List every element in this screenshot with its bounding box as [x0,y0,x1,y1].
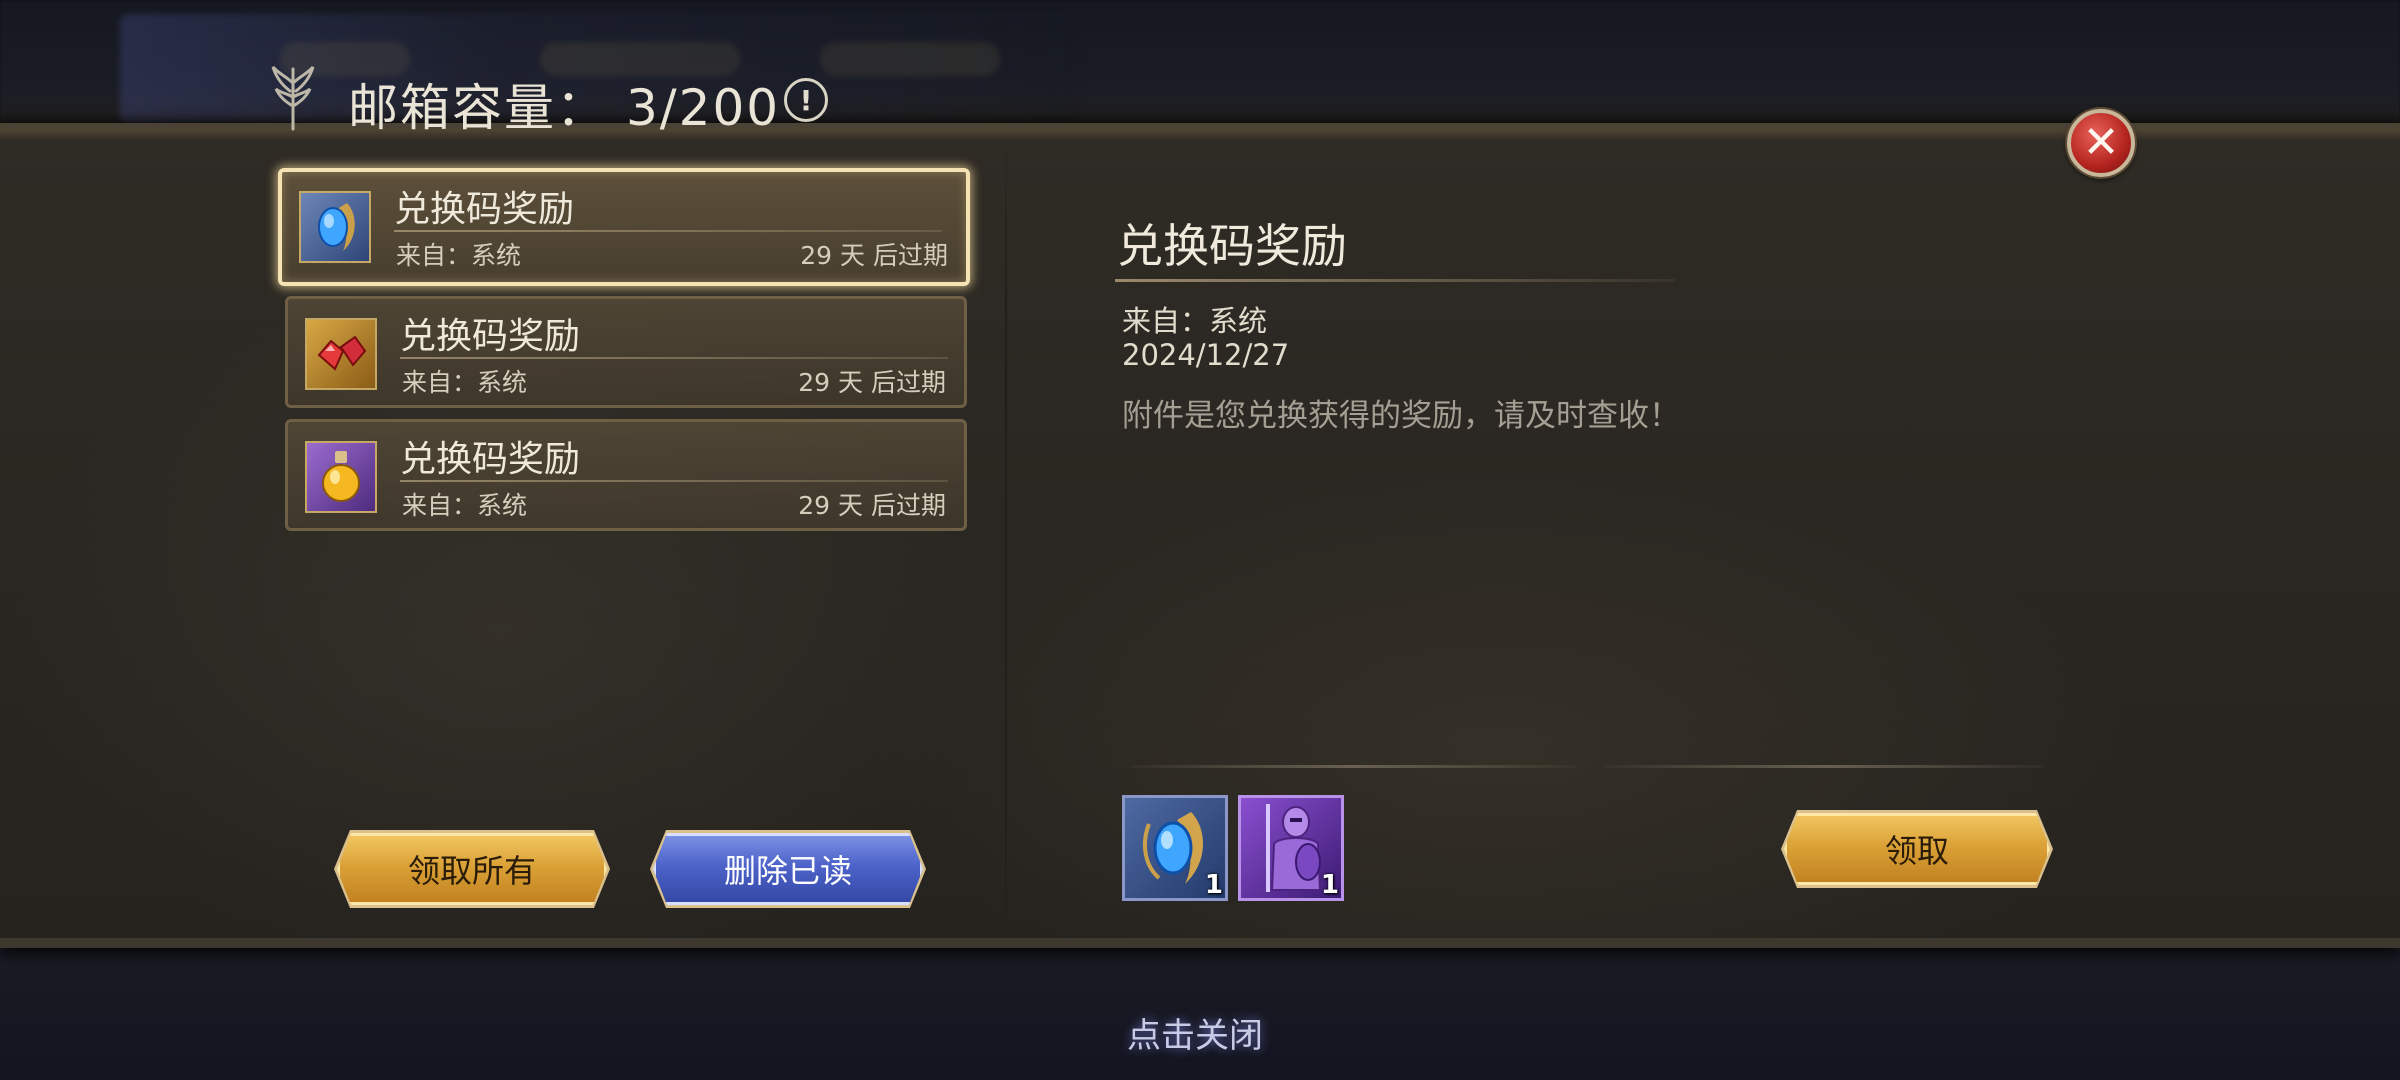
attachment-quantity: 1 [1204,870,1223,900]
info-icon[interactable]: ! [784,78,828,122]
detail-title: 兑换码奖励 [1117,219,1347,273]
delete-read-button[interactable]: 删除已读 [653,833,923,905]
attachment-quantity: 1 [1320,870,1339,900]
mail-title: 兑换码奖励 [394,189,575,230]
mail-list-item[interactable]: 兑换码奖励 来自：系统 29 天 后过期 [285,296,967,408]
mailbox-screen: 邮箱容量： 3/200 ! ✕ 兑换码奖励 来自：系统 29 天 后过期 兑换码奖… [0,0,2400,1080]
mail-divider [394,230,942,232]
red-gems-icon [305,318,377,390]
detail-message: 附件是您兑换获得的奖励，请及时查收！ [1122,398,1680,434]
mail-title: 兑换码奖励 [400,316,581,357]
mail-sender: 来自：系统 [402,368,528,397]
close-button[interactable]: ✕ [2067,109,2135,177]
mail-expiry: 29 天 后过期 [800,241,948,270]
mail-sender: 来自：系统 [396,241,522,270]
blue-gem-icon [1142,812,1204,884]
mail-expiry: 29 天 后过期 [798,368,946,397]
attachment-item[interactable]: 1 [1122,795,1228,901]
capacity-count: 3/200 [626,79,781,137]
mail-list-item[interactable]: 兑换码奖励 来自：系统 29 天 后过期 [285,419,967,531]
claim-all-button[interactable]: 领取所有 [337,833,607,905]
attachment-item[interactable]: 1 [1238,795,1344,901]
attachment-divider-left [1130,765,1575,768]
tap-to-close-text[interactable]: 点击关闭 [1127,1008,1263,1057]
capacity-label: 邮箱容量： [348,79,608,137]
attachment-divider-right [1605,765,2045,768]
detail-divider [1115,279,1675,282]
mail-expiry: 29 天 后过期 [798,491,946,520]
mail-divider [400,357,948,359]
mailbox-capacity-title: 邮箱容量： 3/200 [348,68,780,140]
claim-button[interactable]: 领取 [1784,813,2050,885]
detail-date: 2024/12/27 [1122,338,1290,372]
gold-potion-icon [305,441,377,513]
mail-list-item[interactable]: 兑换码奖励 来自：系统 29 天 后过期 [278,168,970,286]
mail-sender: 来自：系统 [402,491,528,520]
blue-gem-icon [299,191,371,263]
mail-divider [400,480,948,482]
mail-title: 兑换码奖励 [400,439,581,480]
close-icon: ✕ [2082,117,2120,168]
detail-sender: 来自：系统 [1122,304,1268,338]
mailbox-wing-icon [268,62,318,134]
